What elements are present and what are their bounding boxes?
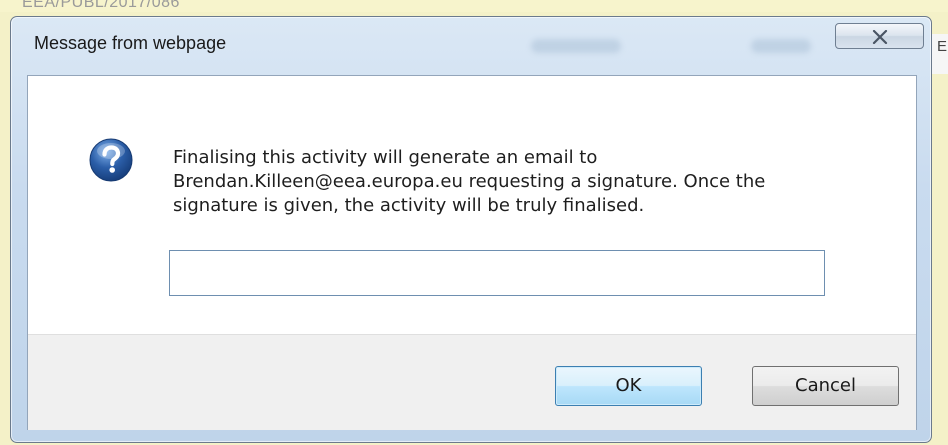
ok-button[interactable]: OK <box>555 366 702 406</box>
dialog-message: Finalising this activity will generate a… <box>173 146 863 218</box>
message-line: signature is given, the activity will be… <box>173 195 645 216</box>
prompt-input[interactable] <box>169 250 825 296</box>
background-edge-text: E <box>937 38 948 55</box>
message-line: Finalising this activity will generate a… <box>173 147 598 168</box>
message-dialog: Message from webpage Finalising this act… <box>10 16 932 443</box>
dialog-titlebar[interactable]: Message from webpage <box>11 17 931 75</box>
dialog-button-bar: OK Cancel <box>28 334 916 430</box>
close-button[interactable] <box>835 23 924 49</box>
close-icon <box>872 30 888 44</box>
titlebar-blur <box>751 39 811 53</box>
question-icon <box>89 138 133 182</box>
titlebar-blur <box>531 39 621 53</box>
message-line: Brendan.Killeen@eea.europa.eu requesting… <box>173 171 766 192</box>
dialog-body: Finalising this activity will generate a… <box>27 75 917 430</box>
background-text-fragment: EEA/PUBL/2017/086 <box>22 0 180 11</box>
cancel-button[interactable]: Cancel <box>752 366 899 406</box>
dialog-title: Message from webpage <box>34 33 227 53</box>
